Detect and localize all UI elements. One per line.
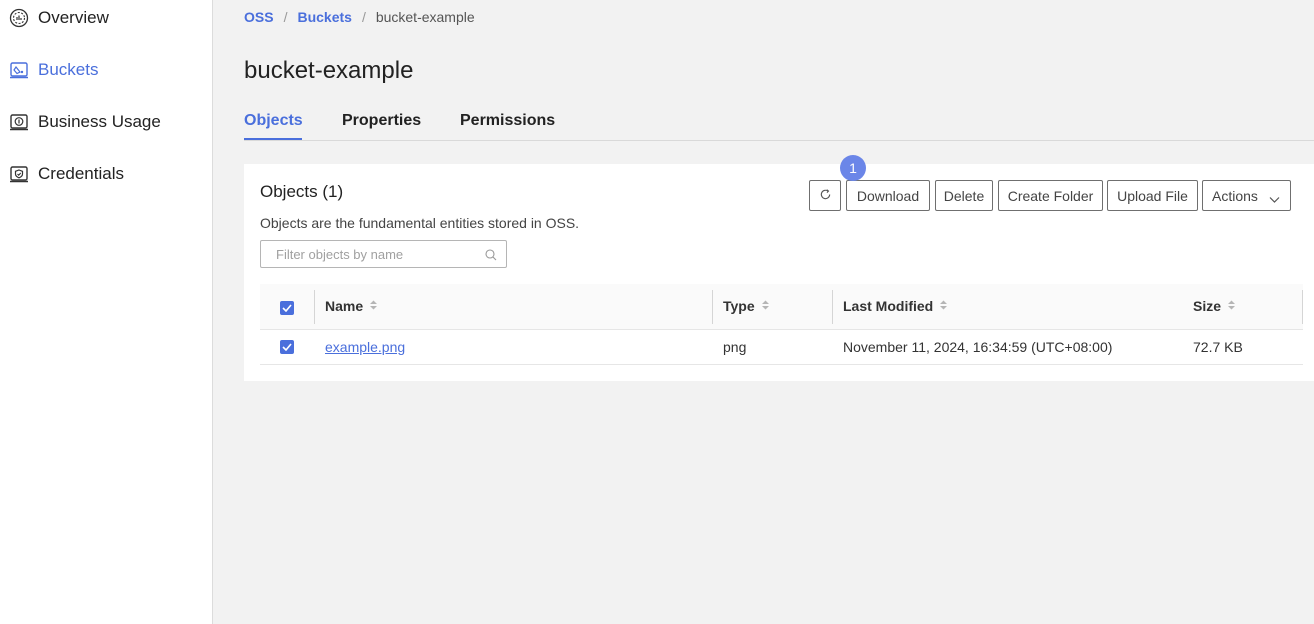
column-header-name[interactable]: Name (325, 298, 378, 314)
refresh-icon (819, 188, 832, 204)
sort-icon (1227, 298, 1236, 314)
column-header-size[interactable]: Size (1193, 298, 1236, 314)
sort-icon (761, 298, 770, 314)
sidebar-item-buckets[interactable]: Buckets (0, 55, 213, 85)
breadcrumb-buckets[interactable]: Buckets (297, 9, 351, 25)
sidebar-item-label: Buckets (38, 60, 99, 79)
column-header-label: Last Modified (843, 298, 934, 314)
breadcrumb-separator: / (361, 9, 366, 25)
delete-button[interactable]: Delete (935, 180, 993, 211)
tab-permissions[interactable]: Permissions (460, 112, 555, 130)
objects-panel: Objects (1) Objects are the fundamental … (244, 155, 1314, 381)
active-tab-indicator (244, 138, 302, 140)
tab-bar: Objects Properties Permissions (244, 108, 1314, 141)
sort-icon (939, 298, 948, 314)
search-input[interactable] (261, 241, 481, 267)
object-size: 72.7 KB (1193, 339, 1243, 355)
download-button[interactable]: Download (846, 180, 930, 211)
step-badge: 1 (840, 155, 866, 181)
sort-icon (369, 298, 378, 314)
credentials-icon (8, 163, 30, 185)
column-divider (832, 290, 833, 324)
column-header-label: Type (723, 298, 755, 314)
sidebar-item-business-usage[interactable]: Business Usage (0, 107, 213, 137)
main-content: OSS / Buckets / bucket-example bucket-ex… (214, 0, 1314, 624)
panel-title: Objects (1) (260, 182, 344, 201)
usage-icon (8, 111, 30, 133)
column-header-last-modified[interactable]: Last Modified (843, 298, 948, 314)
tab-properties[interactable]: Properties (342, 112, 421, 130)
breadcrumb: OSS / Buckets / bucket-example (244, 9, 475, 25)
search-field[interactable] (260, 240, 507, 268)
upload-file-button[interactable]: Upload File (1107, 180, 1198, 211)
column-divider (1302, 290, 1303, 324)
column-header-type[interactable]: Type (723, 298, 770, 314)
table-row[interactable]: example.png png November 11, 2024, 16:34… (260, 330, 1303, 365)
object-name-link[interactable]: example.png (325, 339, 405, 355)
search-icon (485, 248, 497, 266)
sidebar: Overview Buckets Business Usage Credenti… (0, 0, 213, 624)
column-header-label: Name (325, 298, 364, 314)
overview-icon (8, 7, 30, 29)
create-folder-button[interactable]: Create Folder (998, 180, 1103, 211)
breadcrumb-current: bucket-example (375, 9, 475, 25)
sidebar-item-credentials[interactable]: Credentials (0, 159, 213, 189)
column-header-label: Size (1193, 298, 1222, 314)
refresh-button[interactable] (809, 180, 841, 211)
column-divider (314, 290, 315, 324)
select-all-checkbox[interactable] (280, 301, 294, 315)
sidebar-item-overview[interactable]: Overview (0, 3, 213, 33)
column-divider (712, 290, 713, 324)
row-checkbox[interactable] (280, 340, 294, 354)
page-title: bucket-example (244, 57, 414, 84)
actions-label: Actions (1212, 187, 1258, 204)
bucket-icon (8, 59, 30, 81)
table-header: Name Type Last Modified Size (260, 284, 1303, 330)
tab-objects[interactable]: Objects (244, 112, 303, 130)
sidebar-item-label: Credentials (38, 164, 124, 183)
breadcrumb-separator: / (283, 9, 288, 25)
chevron-down-icon (1269, 191, 1280, 207)
actions-dropdown[interactable]: Actions (1202, 180, 1291, 211)
panel-description: Objects are the fundamental entities sto… (260, 215, 580, 231)
object-type: png (723, 339, 747, 355)
breadcrumb-oss[interactable]: OSS (244, 9, 274, 25)
sidebar-item-label: Overview (38, 8, 109, 27)
sidebar-item-label: Business Usage (38, 112, 161, 131)
object-last-modified: November 11, 2024, 16:34:59 (UTC+08:00) (843, 339, 1113, 355)
